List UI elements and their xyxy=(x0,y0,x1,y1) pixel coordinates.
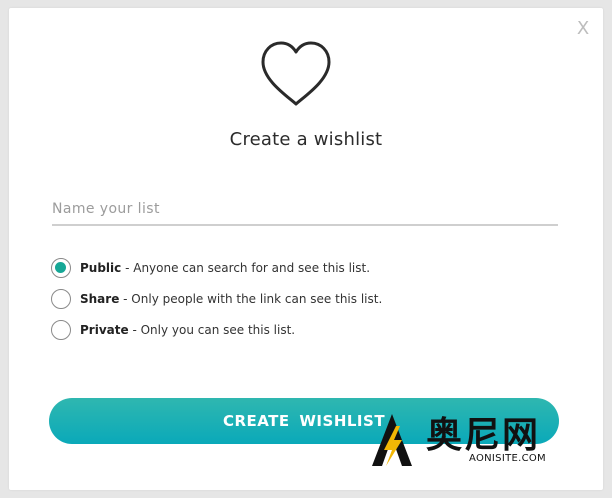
radio-icon[interactable] xyxy=(51,289,71,309)
visibility-option-public[interactable]: Public - Anyone can search for and see t… xyxy=(51,258,571,278)
visibility-option-label: Private xyxy=(80,323,129,337)
radio-icon[interactable] xyxy=(51,320,71,340)
visibility-option-label: Public xyxy=(80,261,122,275)
visibility-option-description: - Anyone can search for and see this lis… xyxy=(121,261,371,275)
lightning-logo-icon xyxy=(372,414,412,466)
close-icon: X xyxy=(576,18,590,39)
dialog-title: Create a wishlist xyxy=(229,129,383,150)
visibility-option-text: Private - Only you can see this list. xyxy=(80,323,295,337)
visibility-option-label: Share xyxy=(80,292,120,306)
visibility-options: Public - Anyone can search for and see t… xyxy=(51,258,571,351)
list-name-input[interactable] xyxy=(52,194,558,224)
visibility-option-private[interactable]: Private - Only you can see this list. xyxy=(51,320,571,340)
visibility-option-text: Public - Anyone can search for and see t… xyxy=(80,261,370,275)
watermark-cn-text: 奥尼网 xyxy=(426,415,541,456)
watermark-en-text: AONISITE.COM xyxy=(469,453,546,464)
visibility-option-text: Share - Only people with the link can se… xyxy=(80,292,382,306)
visibility-option-share[interactable]: Share - Only people with the link can se… xyxy=(51,289,571,309)
site-watermark: 奥尼网 AONISITE.COM xyxy=(366,404,586,470)
visibility-option-description: - Only people with the link can see this… xyxy=(119,292,383,306)
radio-icon[interactable] xyxy=(51,258,71,278)
list-name-field xyxy=(52,194,558,226)
visibility-option-description: - Only you can see this list. xyxy=(128,323,296,337)
heart-icon xyxy=(257,38,335,110)
close-button[interactable]: X xyxy=(573,18,593,40)
